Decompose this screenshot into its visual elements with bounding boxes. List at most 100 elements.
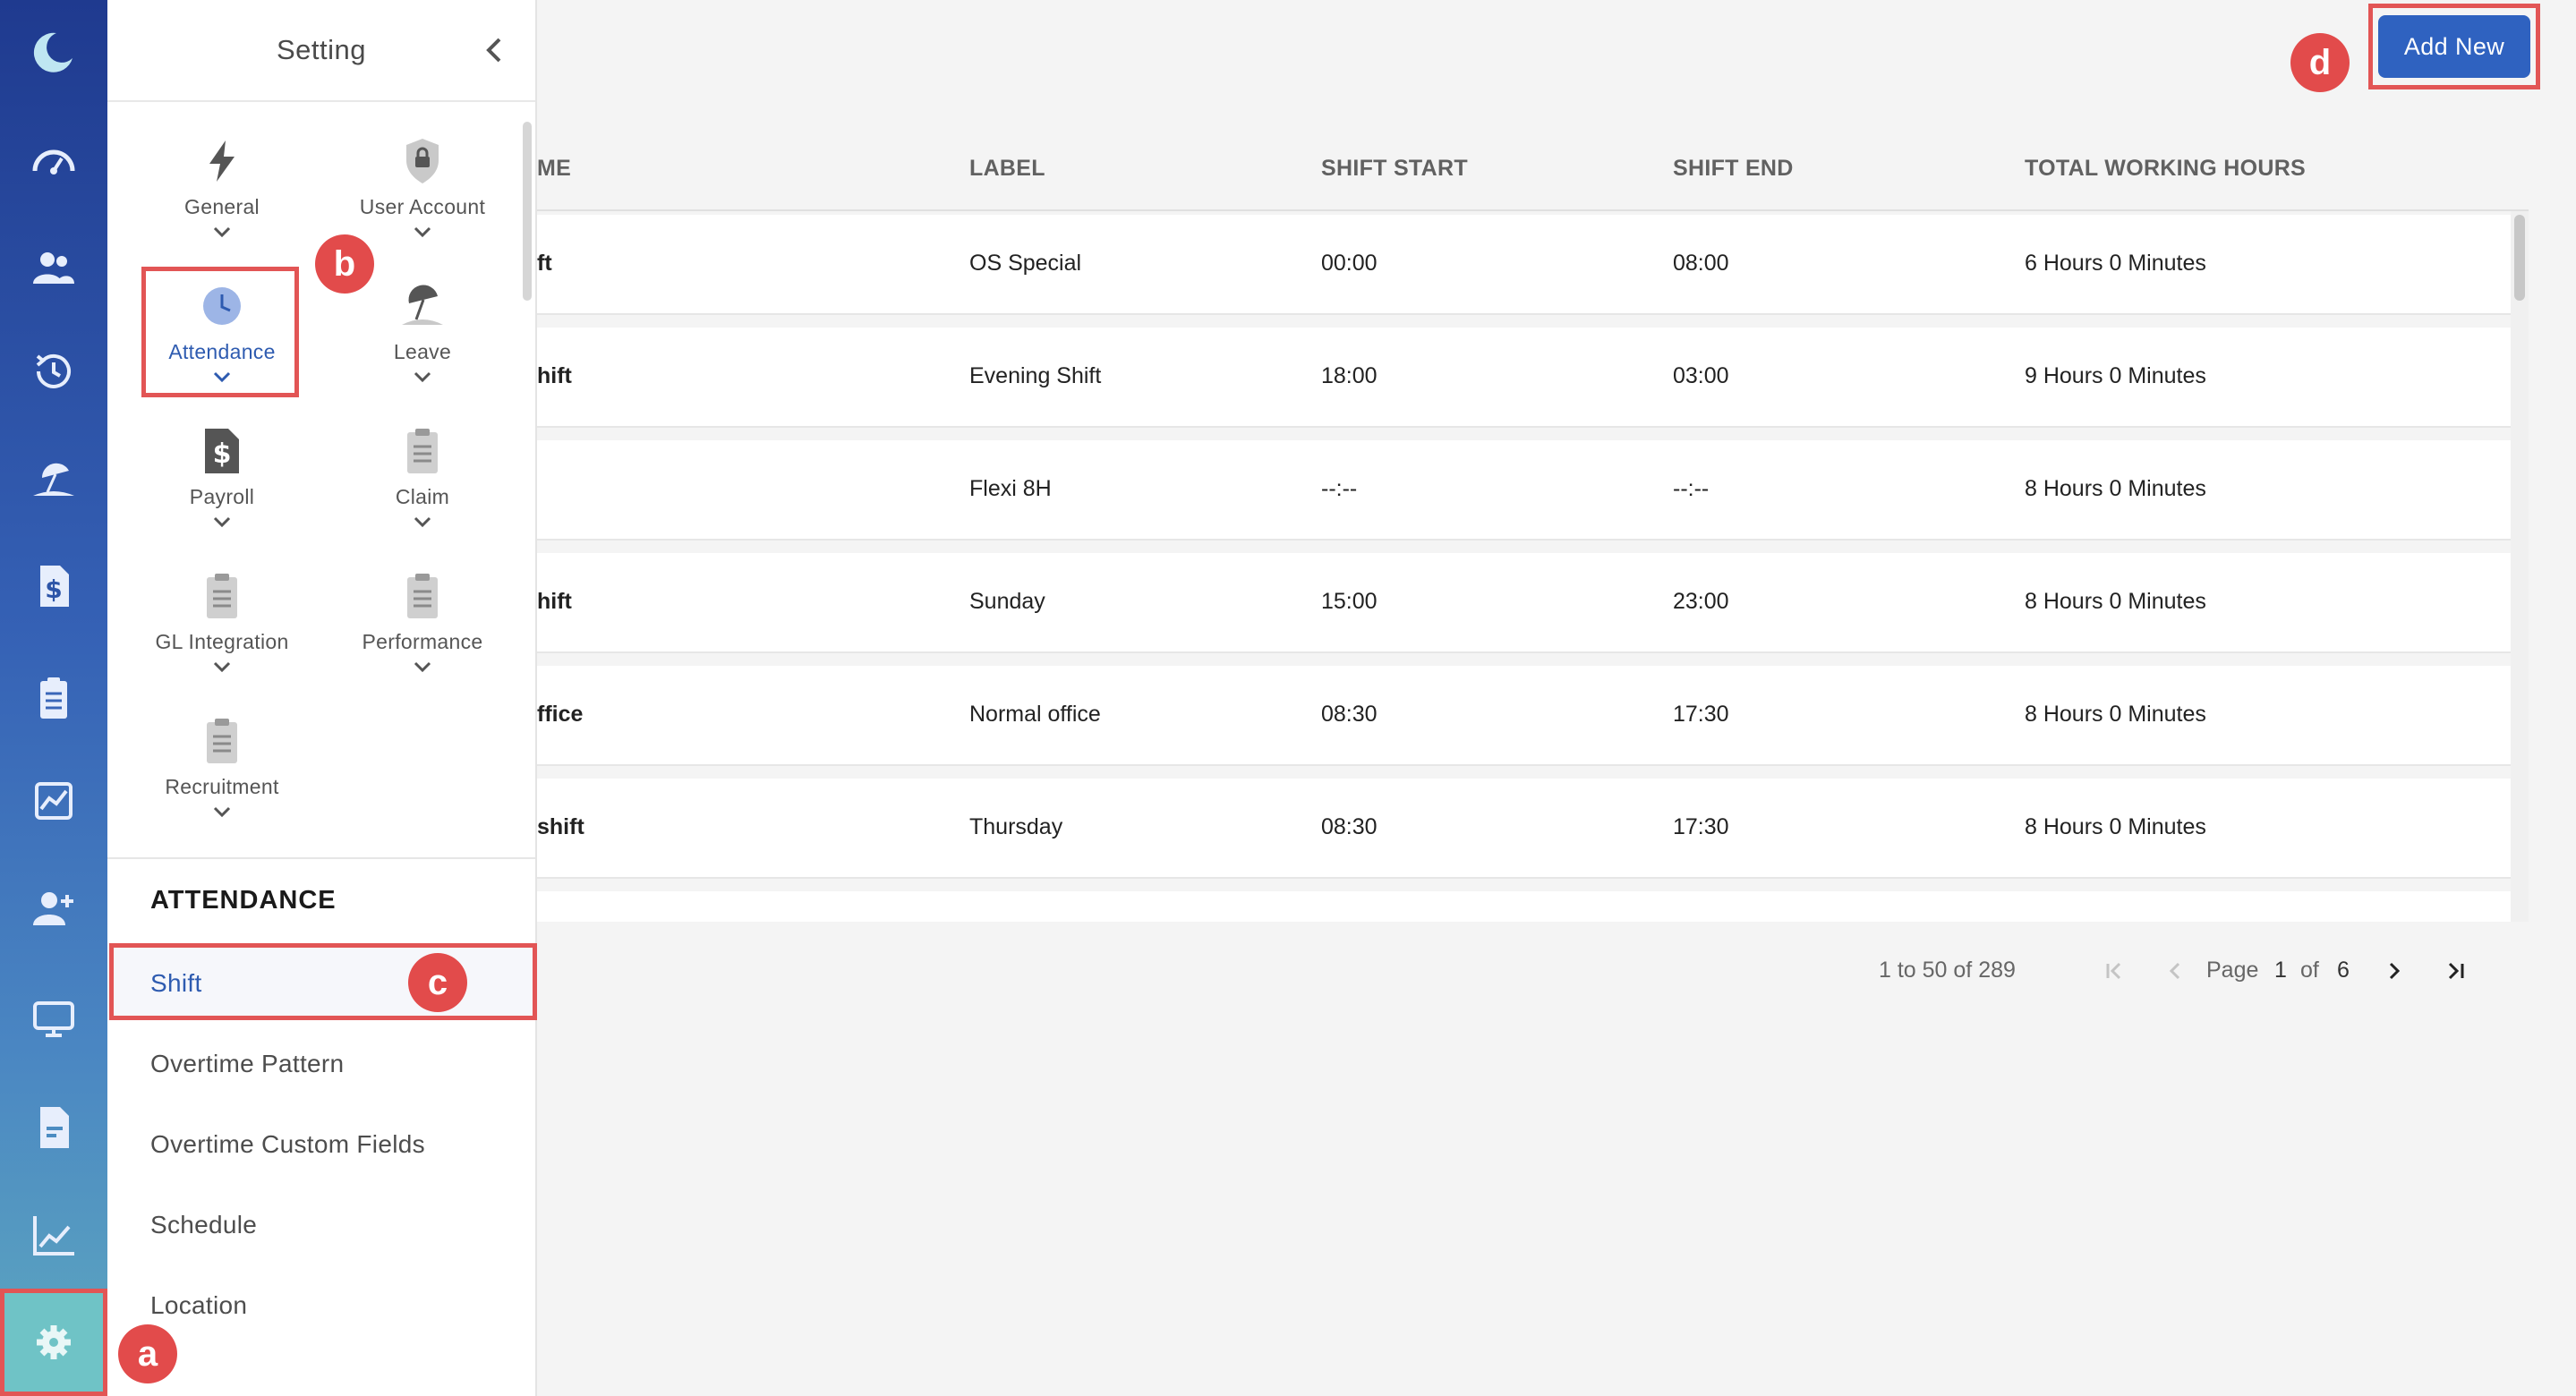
- page-label: Page: [2206, 958, 2259, 983]
- column-header-shift-end[interactable]: SHIFT END: [1673, 156, 1794, 182]
- cell-label: Normal office: [969, 702, 1101, 727]
- annotation-badge-d: d: [2290, 33, 2350, 92]
- collapse-chevron-left-icon[interactable]: [476, 32, 512, 68]
- table-row[interactable]: shift Thursday 08:30 17:30 8 Hours 0 Min…: [537, 779, 2511, 879]
- clipboard-icon: [396, 569, 449, 623]
- cell-start: 08:30: [1321, 814, 1378, 839]
- section-title: ATTENDANCE: [150, 886, 337, 915]
- svg-text:$: $: [213, 438, 232, 470]
- setting-header: Setting: [107, 0, 535, 102]
- table-row[interactable]: [537, 891, 2511, 922]
- chevron-down-icon: [213, 226, 231, 238]
- clipboard-icon: [195, 714, 249, 768]
- chevron-down-icon: [213, 661, 231, 673]
- setting-panel: Setting General User Account Attendance …: [107, 0, 537, 1396]
- cell-hours: 8 Hours 0 Minutes: [2025, 476, 2206, 501]
- table-row[interactable]: Flexi 8H --:-- --:-- 8 Hours 0 Minutes: [537, 440, 2511, 541]
- previous-page-icon[interactable]: [2157, 953, 2193, 989]
- table-scroll-thumb[interactable]: [2514, 215, 2525, 301]
- chevron-down-icon: [414, 226, 431, 238]
- chevron-down-icon: [213, 516, 231, 528]
- document-icon[interactable]: [27, 1101, 81, 1154]
- cell-end: 03:00: [1673, 363, 1729, 388]
- beach-umbrella-icon: [396, 279, 449, 333]
- table-row[interactable]: hift Sunday 15:00 23:00 8 Hours 0 Minute…: [537, 553, 2511, 653]
- dashboard-gauge-icon[interactable]: [27, 134, 81, 188]
- cell-hours: 8 Hours 0 Minutes: [2025, 702, 2206, 727]
- menu-item-overtime-pattern[interactable]: Overtime Pattern: [150, 1050, 344, 1078]
- page-total: 6: [2337, 958, 2350, 983]
- cell-hours: 8 Hours 0 Minutes: [2025, 814, 2206, 839]
- module-label: General: [184, 195, 260, 218]
- chevron-down-icon: [213, 806, 231, 818]
- menu-item-schedule[interactable]: Schedule: [150, 1211, 257, 1239]
- next-page-icon[interactable]: [2376, 953, 2412, 989]
- column-header-name[interactable]: ME: [537, 156, 571, 182]
- module-label: Performance: [362, 630, 483, 653]
- module-general[interactable]: General: [132, 134, 311, 268]
- column-header-total-hours[interactable]: TOTAL WORKING HOURS: [2025, 156, 2306, 182]
- svg-text:$: $: [45, 575, 62, 604]
- cell-label: Flexi 8H: [969, 476, 1052, 501]
- module-recruitment[interactable]: Recruitment: [132, 714, 311, 848]
- column-header-label[interactable]: LABEL: [969, 156, 1045, 182]
- column-header-shift-start[interactable]: SHIFT START: [1321, 156, 1468, 182]
- module-label: Leave: [393, 340, 452, 363]
- cell-start: 08:30: [1321, 702, 1378, 727]
- leave-umbrella-icon[interactable]: [27, 452, 81, 506]
- cell-name: ffice: [537, 702, 584, 727]
- highlight-attendance: [141, 267, 299, 397]
- cell-start: 18:00: [1321, 363, 1378, 388]
- chevron-down-icon: [414, 661, 431, 673]
- table-row[interactable]: ft OS Special 00:00 08:00 6 Hours 0 Minu…: [537, 215, 2511, 315]
- module-label: User Account: [359, 195, 486, 218]
- add-user-icon[interactable]: [27, 881, 81, 935]
- module-leave[interactable]: Leave: [333, 279, 512, 413]
- clipboard-icon: [396, 424, 449, 478]
- dollar-document-icon: $: [195, 424, 249, 478]
- page-of-label: of: [2300, 958, 2319, 983]
- table-row[interactable]: hift Evening Shift 18:00 03:00 9 Hours 0…: [537, 328, 2511, 428]
- module-label: GL Integration: [155, 630, 289, 653]
- employees-icon[interactable]: [27, 242, 81, 295]
- highlight-add-new: [2368, 4, 2540, 89]
- cell-end: 17:30: [1673, 814, 1729, 839]
- module-claim[interactable]: Claim: [333, 424, 512, 558]
- moon-logo-icon[interactable]: [27, 25, 81, 79]
- nav-rail: $: [0, 0, 107, 1396]
- cell-start: --:--: [1321, 476, 1358, 501]
- shift-table: ME LABEL SHIFT START SHIFT END TOTAL WOR…: [537, 125, 2529, 922]
- panel-title: Setting: [276, 34, 366, 65]
- module-label: Claim: [395, 485, 450, 508]
- cell-start: 00:00: [1321, 251, 1378, 276]
- cell-name: ft: [537, 251, 552, 276]
- annotation-badge-c: c: [408, 953, 467, 1012]
- cell-end: 23:00: [1673, 589, 1729, 614]
- last-page-icon[interactable]: [2438, 953, 2474, 989]
- performance-chart-icon[interactable]: [27, 774, 81, 828]
- clipboard-icon: [195, 569, 249, 623]
- payroll-dollar-icon[interactable]: $: [27, 559, 81, 613]
- cell-name: hift: [537, 363, 572, 388]
- shield-lock-icon: [396, 134, 449, 188]
- cell-end: 08:00: [1673, 251, 1729, 276]
- table-row[interactable]: ffice Normal office 08:30 17:30 8 Hours …: [537, 666, 2511, 766]
- menu-item-location[interactable]: Location: [150, 1291, 247, 1320]
- menu-item-overtime-custom-fields[interactable]: Overtime Custom Fields: [150, 1130, 425, 1159]
- module-performance[interactable]: Performance: [333, 569, 512, 703]
- module-gl-integration[interactable]: GL Integration: [132, 569, 311, 703]
- lightning-icon: [195, 134, 249, 188]
- module-payroll[interactable]: $ Payroll: [132, 424, 311, 558]
- module-label: Payroll: [189, 485, 255, 508]
- first-page-icon[interactable]: [2096, 953, 2132, 989]
- cell-name: hift: [537, 589, 572, 614]
- panel-scrollbar[interactable]: [523, 122, 532, 301]
- history-clock-icon[interactable]: [27, 345, 81, 398]
- cell-start: 15:00: [1321, 589, 1378, 614]
- claim-clipboard-icon[interactable]: [27, 671, 81, 725]
- chevron-down-icon: [414, 516, 431, 528]
- table-header: ME LABEL SHIFT START SHIFT END TOTAL WOR…: [537, 125, 2529, 211]
- table-scrollbar[interactable]: [2511, 211, 2529, 922]
- analytics-icon[interactable]: [27, 1208, 81, 1262]
- monitor-icon[interactable]: [27, 992, 81, 1045]
